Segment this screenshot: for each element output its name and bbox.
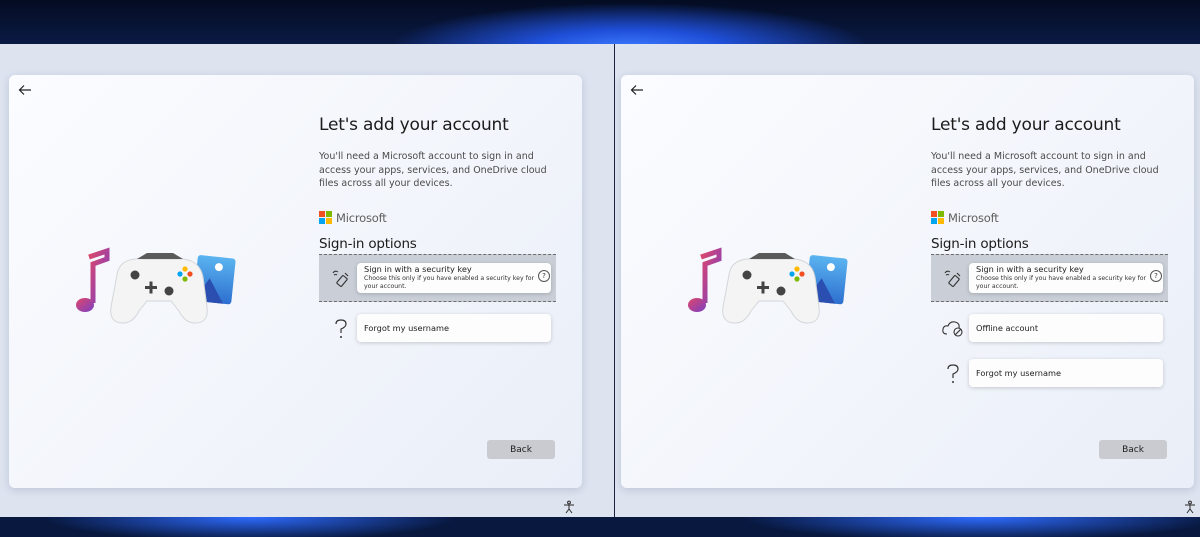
- option-security-key-hint: Choose this only if you have enabled a s…: [976, 274, 1147, 291]
- account-setup-card: Let's add your account You'll need a Mic…: [621, 75, 1194, 488]
- question-icon: [941, 362, 965, 386]
- sign-in-options-list: Sign in with a security key Choose this …: [319, 253, 559, 354]
- option-security-key-hint: Choose this only if you have enabled a s…: [364, 274, 535, 291]
- account-setup-card: Let's add your account You'll need a Mic…: [9, 75, 582, 488]
- microsoft-wordmark: Microsoft: [948, 210, 999, 225]
- option-security-key-box[interactable]: Sign in with a security key Choose this …: [969, 262, 1163, 293]
- microsoft-logo: Microsoft: [319, 211, 559, 225]
- help-icon[interactable]: ?: [538, 269, 550, 282]
- option-offline-account[interactable]: Offline account: [931, 306, 1168, 352]
- option-forgot-username-box[interactable]: Forgot my username: [357, 313, 551, 342]
- sign-in-options-list: Sign in with a security key Choose this …: [931, 253, 1171, 404]
- games-media-illustration: [76, 247, 236, 324]
- content-column: Let's add your account You'll need a Mic…: [319, 115, 559, 354]
- option-security-key-label: Sign in with a security key: [364, 263, 472, 274]
- page-title: Let's add your account: [319, 115, 509, 135]
- microsoft-wordmark: Microsoft: [336, 210, 387, 225]
- sign-in-options-heading: Sign-in options: [931, 235, 1029, 252]
- microsoft-grid-icon: [931, 211, 944, 224]
- security-key-icon: [941, 266, 965, 290]
- option-forgot-username[interactable]: Forgot my username: [319, 306, 556, 352]
- option-offline-account-label: Offline account: [976, 322, 1039, 333]
- option-forgot-username[interactable]: Forgot my username: [931, 351, 1168, 397]
- back-arrow-icon[interactable]: [18, 83, 34, 99]
- option-forgot-username-box[interactable]: Forgot my username: [969, 358, 1163, 387]
- microsoft-logo: Microsoft: [931, 211, 1171, 225]
- setup-pane-left: Let's add your account You'll need a Mic…: [0, 44, 614, 517]
- option-security-key-box[interactable]: Sign in with a security key Choose this …: [357, 262, 551, 293]
- security-key-icon: [329, 266, 353, 290]
- option-security-key[interactable]: Sign in with a security key Choose this …: [319, 253, 556, 302]
- desktop-wallpaper-top: [0, 0, 1200, 44]
- page-title: Let's add your account: [931, 115, 1121, 135]
- content-column: Let's add your account You'll need a Mic…: [931, 115, 1171, 404]
- page-description: You'll need a Microsoft account to sign …: [931, 151, 1159, 189]
- accessibility-icon[interactable]: [1183, 499, 1197, 514]
- back-button[interactable]: Back: [1099, 440, 1167, 459]
- setup-pane-right: Let's add your account You'll need a Mic…: [615, 44, 1200, 517]
- question-icon: [329, 317, 353, 341]
- page-description: You'll need a Microsoft account to sign …: [319, 151, 547, 189]
- sign-in-options-heading: Sign-in options: [319, 235, 417, 252]
- option-security-key[interactable]: Sign in with a security key Choose this …: [931, 253, 1168, 302]
- help-icon[interactable]: ?: [1150, 269, 1162, 282]
- option-offline-account-box[interactable]: Offline account: [969, 313, 1163, 342]
- accessibility-icon[interactable]: [562, 499, 576, 514]
- option-forgot-username-label: Forgot my username: [976, 367, 1062, 378]
- back-arrow-icon[interactable]: [630, 83, 646, 99]
- option-forgot-username-label: Forgot my username: [364, 322, 450, 333]
- microsoft-grid-icon: [319, 211, 332, 224]
- desktop-wallpaper-bottom: [0, 517, 1200, 537]
- offline-cloud-icon: [941, 317, 965, 341]
- games-media-illustration: [688, 247, 848, 324]
- option-security-key-label: Sign in with a security key: [976, 263, 1084, 274]
- back-button[interactable]: Back: [487, 440, 555, 459]
